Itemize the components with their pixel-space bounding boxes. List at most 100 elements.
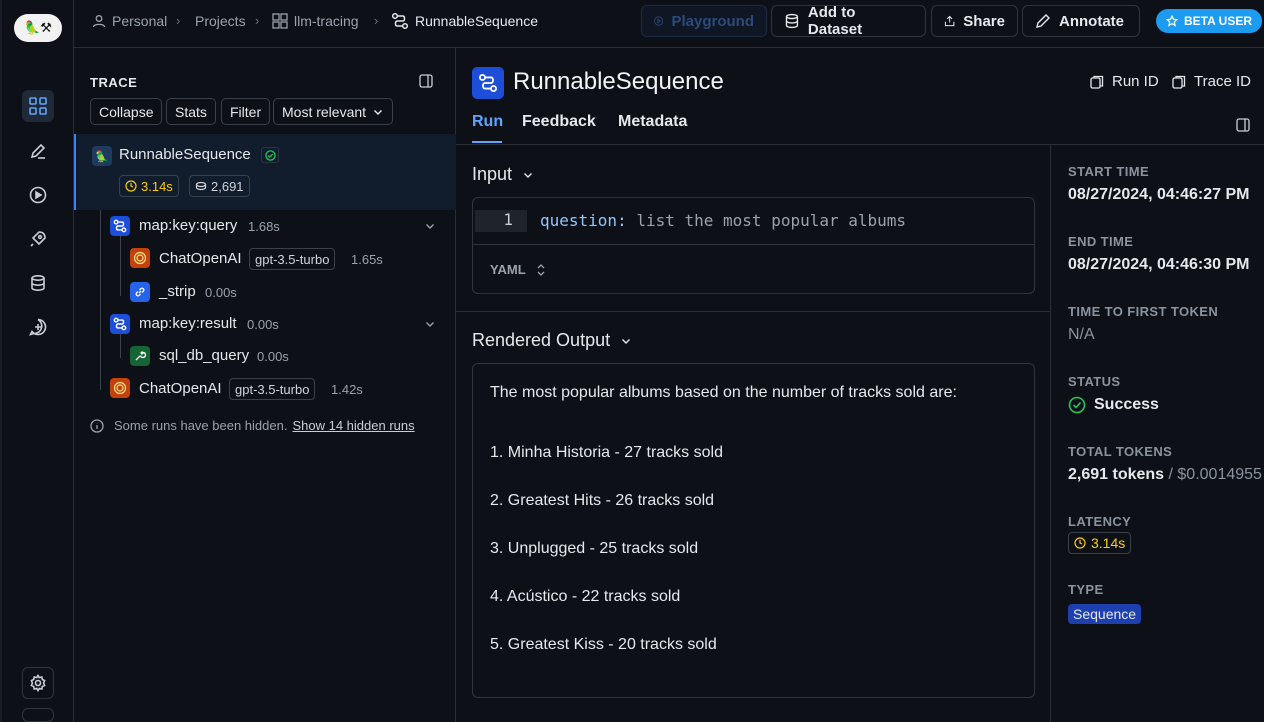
run-title: RunnableSequence [513, 68, 724, 95]
left-rail: 🦜⚒ [0, 0, 74, 722]
breadcrumb-runnablesequence: RunnableSequence [391, 12, 538, 30]
model-tag: gpt-3.5-turbo [249, 248, 336, 270]
end-time-label: END TIME [1068, 234, 1134, 249]
share-icon [944, 15, 955, 27]
projects-icon[interactable] [22, 90, 54, 122]
grid-icon [272, 13, 288, 29]
rendered-output-box: The most popular albums based on the num… [472, 363, 1035, 698]
breadcrumb-label: llm-tracing [294, 13, 359, 29]
ttft-label: TIME TO FIRST TOKEN [1068, 304, 1219, 319]
output-text: The most popular albums based on the num… [490, 384, 957, 401]
playground-button[interactable]: Playground [641, 5, 767, 37]
playground-label: Playground [671, 12, 754, 30]
chevron-down-icon[interactable] [424, 318, 436, 330]
add-to-dataset-button[interactable]: Add to Dataset [771, 4, 926, 38]
panel-toggle-icon[interactable] [419, 74, 433, 88]
star-icon [1166, 15, 1178, 27]
input-title: Input [472, 164, 513, 184]
node-name: sql_db_query [159, 347, 250, 364]
sort-select-label: Most relevant [282, 103, 367, 120]
trace-id-button[interactable]: Trace ID [1172, 73, 1251, 90]
playground-icon[interactable] [22, 179, 54, 211]
root-latency-tag: 3.14s [119, 175, 179, 197]
sort-select[interactable]: Most relevant [273, 98, 394, 125]
root-tokens: 2,691 [211, 178, 244, 194]
chevron-right-icon: › [374, 13, 379, 28]
beta-user-badge[interactable]: BETA USER [1156, 9, 1263, 33]
chevron-down-icon [374, 109, 383, 115]
openai-icon [130, 248, 150, 268]
tab-feedback[interactable]: Feedback [522, 113, 596, 131]
sidebar-toggle-icon[interactable] [1236, 118, 1250, 132]
run-id-label: Run ID [1112, 73, 1159, 90]
user-icon [92, 15, 106, 28]
node-name: _strip [159, 283, 196, 300]
status-label: STATUS [1068, 374, 1121, 389]
tokens-value-row: 2,691 tokens / $0.0014955 [1068, 466, 1262, 484]
output-section-toggle[interactable]: Rendered Output [472, 330, 632, 351]
input-code-box[interactable]: 1 question: list the most popular albums… [472, 197, 1035, 294]
section-divider [456, 311, 1050, 312]
output-list-item: 2. Greatest Hits - 26 tracks sold [490, 492, 715, 509]
node-name: ChatOpenAI [159, 250, 242, 267]
clock-icon [125, 180, 137, 192]
share-label: Share [963, 12, 1005, 30]
breadcrumb-personal[interactable]: Personal [92, 12, 167, 30]
annotate-icon[interactable] [22, 135, 54, 167]
openai-icon [110, 378, 130, 398]
code-line: question: list the most popular albums [540, 211, 906, 230]
gear-icon[interactable] [22, 667, 54, 699]
output-title: Rendered Output [472, 330, 611, 350]
annotate-label: Annotate [1059, 12, 1124, 30]
check-circle-icon [1068, 396, 1086, 414]
datasets-icon[interactable] [22, 267, 54, 299]
code-divider [473, 244, 1034, 245]
stats-button[interactable]: Stats [166, 98, 216, 125]
trace-title: TRACE [90, 75, 138, 90]
breadcrumb-label: Personal [112, 13, 168, 29]
cost-value: / $0.0014955 [1168, 466, 1262, 483]
collapse-button[interactable]: Collapse [90, 98, 163, 125]
tab-run[interactable]: Run [472, 113, 503, 131]
latency-label: LATENCY [1068, 514, 1132, 529]
hidden-runs-notice: Some runs have been hidden. Show 14 hidd… [90, 418, 415, 433]
tree-line [100, 210, 101, 390]
beta-user-label: BETA USER [1184, 14, 1253, 28]
prompts-icon[interactable] [22, 311, 54, 343]
annotate-button[interactable]: Annotate [1022, 5, 1140, 37]
docs-icon[interactable] [22, 708, 54, 722]
chevron-right-icon: › [255, 13, 260, 28]
filter-button[interactable]: Filter [221, 98, 271, 125]
clock-icon [1074, 537, 1086, 549]
tokens-value: 2,691 tokens [1068, 466, 1165, 483]
tab-metadata[interactable]: Metadata [618, 113, 687, 131]
model-tag: gpt-3.5-turbo [229, 378, 316, 400]
breadcrumb-llm-tracing[interactable]: llm-tracing [272, 12, 359, 30]
output-list-item: 4. Acústico - 22 tracks sold [490, 588, 681, 605]
active-tab-indicator [472, 141, 502, 143]
yaml-value: list the most popular albums [626, 211, 907, 230]
share-button[interactable]: Share [931, 5, 1018, 37]
breadcrumb-projects[interactable]: Projects [195, 12, 246, 30]
tree-row-root[interactable]: 🦜 RunnableSequence 3.14s 2,691 [74, 134, 456, 210]
format-select[interactable]: YAML [490, 262, 546, 277]
add-to-dataset-label: Add to Dataset [807, 4, 863, 38]
node-time: 0.00s [257, 349, 289, 364]
chevron-up-down-icon [537, 263, 545, 276]
chain-icon [472, 67, 504, 99]
show-hidden-runs-link[interactable]: Show 14 hidden runs [292, 418, 414, 433]
latency-value: 3.14s [1091, 535, 1126, 551]
root-tokens-tag: 2,691 [189, 175, 250, 197]
trace-id-label: Trace ID [1194, 73, 1251, 90]
node-time: 1.65s [351, 252, 383, 267]
input-section-toggle[interactable]: Input [472, 164, 534, 185]
chevron-down-icon[interactable] [424, 220, 436, 232]
langsmith-logo[interactable]: 🦜⚒ [14, 14, 62, 42]
header-divider [456, 144, 1264, 145]
status-value: Success [1094, 396, 1159, 413]
deploy-icon[interactable] [22, 223, 54, 255]
run-id-button[interactable]: Run ID [1090, 73, 1159, 90]
parrot-icon: 🦜 [92, 146, 112, 166]
trace-panel: TRACE Collapse Stats Filter Most relevan… [74, 48, 456, 722]
root-name: RunnableSequence [119, 146, 251, 163]
